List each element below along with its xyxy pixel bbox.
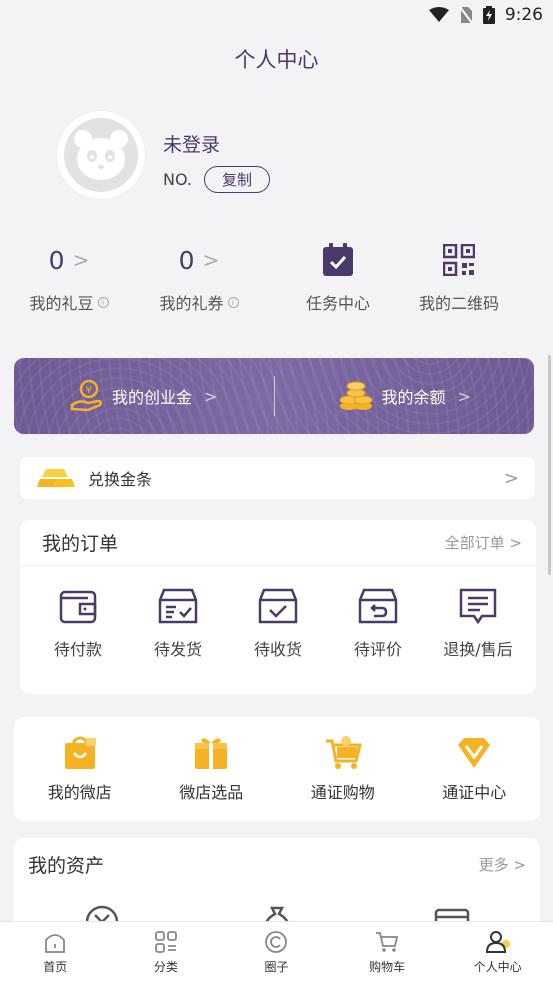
panda-avatar-icon <box>74 130 128 180</box>
box-list-icon <box>158 588 198 624</box>
micro-shop-selection-label: 微店选品 <box>179 783 244 802</box>
chevron-right-icon: > <box>457 386 471 406</box>
page-title: 个人中心 <box>234 48 319 72</box>
hand-coin-icon: ¥ <box>70 379 102 412</box>
box-check-icon <box>258 588 298 624</box>
shop-bag-icon <box>64 736 96 769</box>
tab-category[interactable]: 分类 <box>111 922 222 983</box>
exchange-gold-bar-row[interactable]: 兑换金条 > <box>20 457 535 499</box>
startup-fund-button[interactable]: ¥ 我的创业金 > <box>14 379 274 413</box>
tab-profile-label: 个人中心 <box>473 960 522 974</box>
balance-button[interactable]: 我的余额 > <box>275 379 535 413</box>
gift-coupons-value: 0 <box>178 245 195 275</box>
chevron-right-icon: > <box>204 386 218 406</box>
shopping-cart-icon <box>325 736 362 769</box>
tab-home[interactable]: 首页 <box>0 922 111 983</box>
exchange-gold-bar-label: 兑换金条 <box>88 470 153 489</box>
circle-icon <box>265 931 288 953</box>
status-bar: 9:26 <box>0 0 553 30</box>
box-return-icon <box>358 588 398 624</box>
wifi-icon <box>428 7 449 23</box>
tab-category-label: 分类 <box>153 960 178 974</box>
tab-cart[interactable]: 购物车 <box>332 922 443 983</box>
gift-box-icon <box>195 738 228 769</box>
home-icon <box>45 934 66 953</box>
no-sim-icon <box>459 6 473 24</box>
qr-code-label: 我的二维码 <box>418 294 499 313</box>
tab-circle-label: 圈子 <box>264 960 289 974</box>
my-micro-shop-label: 我的微店 <box>47 783 112 802</box>
pending-shipment-label: 待发货 <box>153 640 202 659</box>
chevron-right-icon: > <box>72 248 90 272</box>
diamond-icon <box>458 738 491 768</box>
order-pending-payment[interactable]: 待付款 <box>28 586 128 660</box>
tab-home-label: 首页 <box>43 960 68 974</box>
task-center-label: 任务中心 <box>305 294 370 313</box>
gift-beans-value: 0 <box>48 245 65 275</box>
gift-coupons-label: 我的礼券 <box>159 294 224 313</box>
order-pending-review[interactable]: 待评价 <box>328 586 428 660</box>
assets-more-link[interactable]: 更多 > <box>479 854 526 875</box>
order-pending-receipt[interactable]: 待收货 <box>228 586 328 660</box>
scrollbar[interactable] <box>548 355 551 575</box>
token-center[interactable]: 通证中心 <box>414 735 534 803</box>
my-micro-shop[interactable]: 我的微店 <box>20 735 140 803</box>
info-icon[interactable]: i <box>97 296 109 308</box>
pending-payment-label: 待付款 <box>53 640 102 659</box>
order-pending-shipment[interactable]: 待发货 <box>128 586 228 660</box>
qr-code-icon <box>443 244 475 276</box>
bottom-tab-bar: 首页 分类 圈子 购物车 个人中心 <box>0 921 553 983</box>
funds-banner: ¥ 我的创业金 > 我的余额 > <box>14 358 534 434</box>
grid-icon <box>154 931 177 953</box>
token-center-label: 通证中心 <box>442 783 507 802</box>
pending-receipt-label: 待收货 <box>253 640 302 659</box>
startup-fund-label: 我的创业金 <box>112 388 193 407</box>
member-number-label: NO. <box>163 170 192 189</box>
gift-beans-label: 我的礼豆 <box>29 294 94 313</box>
stat-qr-code[interactable]: 我的二维码 <box>390 238 528 314</box>
stat-gift-beans[interactable]: 0 > 我的礼豆 i <box>0 238 138 314</box>
person-icon <box>485 931 510 953</box>
micro-shop-selection[interactable]: 微店选品 <box>151 735 271 803</box>
balance-label: 我的余额 <box>381 388 446 407</box>
tab-circle[interactable]: 圈子 <box>221 922 332 983</box>
coin-stack-icon <box>339 381 373 410</box>
gold-bar-icon <box>37 469 75 487</box>
stat-gift-coupons[interactable]: 0 > 我的礼券 i <box>130 238 268 314</box>
calendar-check-icon <box>323 243 353 276</box>
chevron-right-icon: > <box>503 467 519 489</box>
cart-icon <box>376 932 399 952</box>
chevron-right-icon: > <box>202 248 220 272</box>
my-orders-title: 我的订单 <box>42 533 119 555</box>
stat-task-center[interactable]: 任务中心 <box>269 238 407 314</box>
copy-button[interactable]: 复制 <box>204 166 270 193</box>
wallet-icon <box>59 590 97 624</box>
battery-charging-icon <box>482 6 495 24</box>
tab-cart-label: 购物车 <box>369 960 406 974</box>
shop-card: 我的微店 微店选品 通证购物 通证中心 <box>14 717 540 821</box>
my-orders-card: 我的订单 全部订单 > 待付款 待发货 待收货 待评价 退换/售后 <box>20 520 536 694</box>
tab-profile[interactable]: 个人中心 <box>442 922 553 983</box>
my-assets-title: 我的资产 <box>28 854 105 877</box>
document-icon <box>459 588 497 625</box>
username[interactable]: 未登录 <box>163 130 220 157</box>
all-orders-link[interactable]: 全部订单 > <box>445 532 522 553</box>
token-shopping[interactable]: 通证购物 <box>283 735 403 803</box>
stats-row: 0 > 我的礼豆 i 0 > 我的礼券 i 任务中心 我的二维码 <box>0 238 553 318</box>
token-shopping-label: 通证购物 <box>310 783 375 802</box>
info-icon[interactable]: i <box>227 296 239 308</box>
order-after-sales[interactable]: 退换/售后 <box>428 586 528 660</box>
status-time: 9:26 <box>504 5 543 25</box>
svg-text:¥: ¥ <box>86 385 92 396</box>
avatar[interactable] <box>57 111 145 199</box>
pending-review-label: 待评价 <box>353 640 402 659</box>
after-sales-label: 退换/售后 <box>443 640 513 659</box>
